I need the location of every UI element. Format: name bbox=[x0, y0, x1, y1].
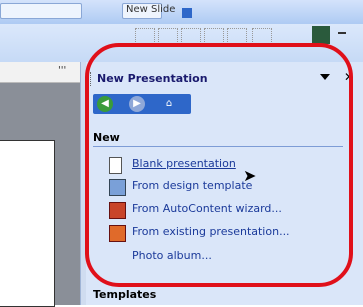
ruler-marks: ''' bbox=[58, 65, 67, 76]
new-slide-label: New Slide bbox=[126, 4, 176, 15]
ruler: ''' bbox=[0, 62, 80, 83]
toolbar-options-icon[interactable] bbox=[182, 8, 192, 18]
toolbar-dropdown[interactable] bbox=[0, 3, 82, 19]
section-templates-heading: Templates bbox=[93, 288, 157, 301]
red-highlight-outline bbox=[85, 43, 353, 287]
slide-canvas[interactable] bbox=[0, 140, 55, 307]
standard-toolbar: New Slide bbox=[0, 0, 363, 24]
toolbar-more-icon[interactable] bbox=[338, 32, 346, 34]
